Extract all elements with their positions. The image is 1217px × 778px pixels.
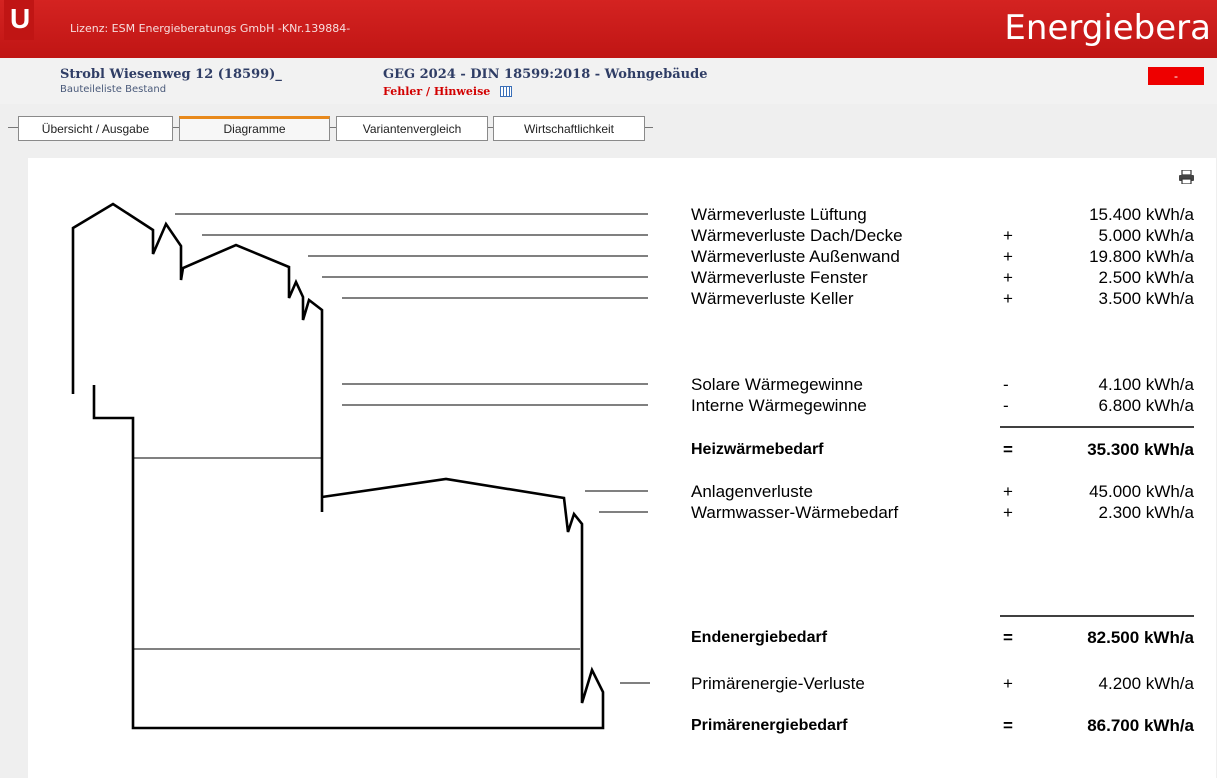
energy-flow-diagram — [71, 202, 1194, 730]
label-window-losses: Wärmeverluste Fenster — [691, 268, 868, 287]
label-ventilation-losses: Wärmeverluste Lüftung — [691, 205, 867, 224]
value-basement-losses: 3.500 kWh/a — [1098, 289, 1194, 308]
diagram-outline-outer — [71, 202, 324, 512]
label-wall-losses: Wärmeverluste Außenwand — [691, 247, 900, 266]
value-solar-gains: 4.100 kWh/a — [1098, 375, 1194, 394]
op-final-energy-demand: = — [1003, 628, 1013, 647]
value-final-energy-demand: 82.500 kWh/a — [1087, 628, 1194, 647]
value-ventilation-losses: 15.400 kWh/a — [1089, 205, 1194, 224]
label-hot-water-demand: Warmwasser-Wärmebedarf — [691, 503, 899, 522]
op-basement-losses: + — [1003, 289, 1013, 308]
label-final-energy-demand: Endenergiebedarf — [691, 629, 828, 646]
label-primary-energy-losses: Primärenergie-Verluste — [691, 674, 865, 693]
op-roof-losses: + — [1003, 226, 1013, 245]
op-window-losses: + — [1003, 268, 1013, 287]
op-solar-gains: - — [1003, 375, 1009, 394]
label-solar-gains: Solare Wärmegewinne — [691, 375, 863, 394]
value-system-losses: 45.000 kWh/a — [1089, 482, 1194, 501]
op-wall-losses: + — [1003, 247, 1013, 266]
diagram-outline-heating — [92, 385, 605, 730]
op-hot-water-demand: + — [1003, 503, 1013, 522]
label-primary-energy-demand: Primärenergiebedarf — [691, 717, 848, 734]
value-hot-water-demand: 2.300 kWh/a — [1098, 503, 1194, 522]
label-basement-losses: Wärmeverluste Keller — [691, 289, 854, 308]
value-roof-losses: 5.000 kWh/a — [1098, 226, 1194, 245]
label-heating-demand: Heizwärmebedarf — [691, 441, 824, 458]
op-heating-demand: = — [1003, 440, 1013, 459]
label-system-losses: Anlagenverluste — [691, 482, 813, 501]
op-primary-energy-demand: = — [1003, 716, 1013, 735]
value-primary-energy-losses: 4.200 kWh/a — [1098, 674, 1194, 693]
op-internal-gains: - — [1003, 396, 1009, 415]
label-internal-gains: Interne Wärmegewinne — [691, 396, 867, 415]
label-roof-losses: Wärmeverluste Dach/Decke — [691, 226, 903, 245]
op-primary-energy-losses: + — [1003, 674, 1013, 693]
value-heating-demand: 35.300 kWh/a — [1087, 440, 1194, 459]
op-system-losses: + — [1003, 482, 1013, 501]
value-window-losses: 2.500 kWh/a — [1098, 268, 1194, 287]
value-wall-losses: 19.800 kWh/a — [1089, 247, 1194, 266]
value-internal-gains: 6.800 kWh/a — [1098, 396, 1194, 415]
value-primary-energy-demand: 86.700 kWh/a — [1087, 716, 1194, 735]
